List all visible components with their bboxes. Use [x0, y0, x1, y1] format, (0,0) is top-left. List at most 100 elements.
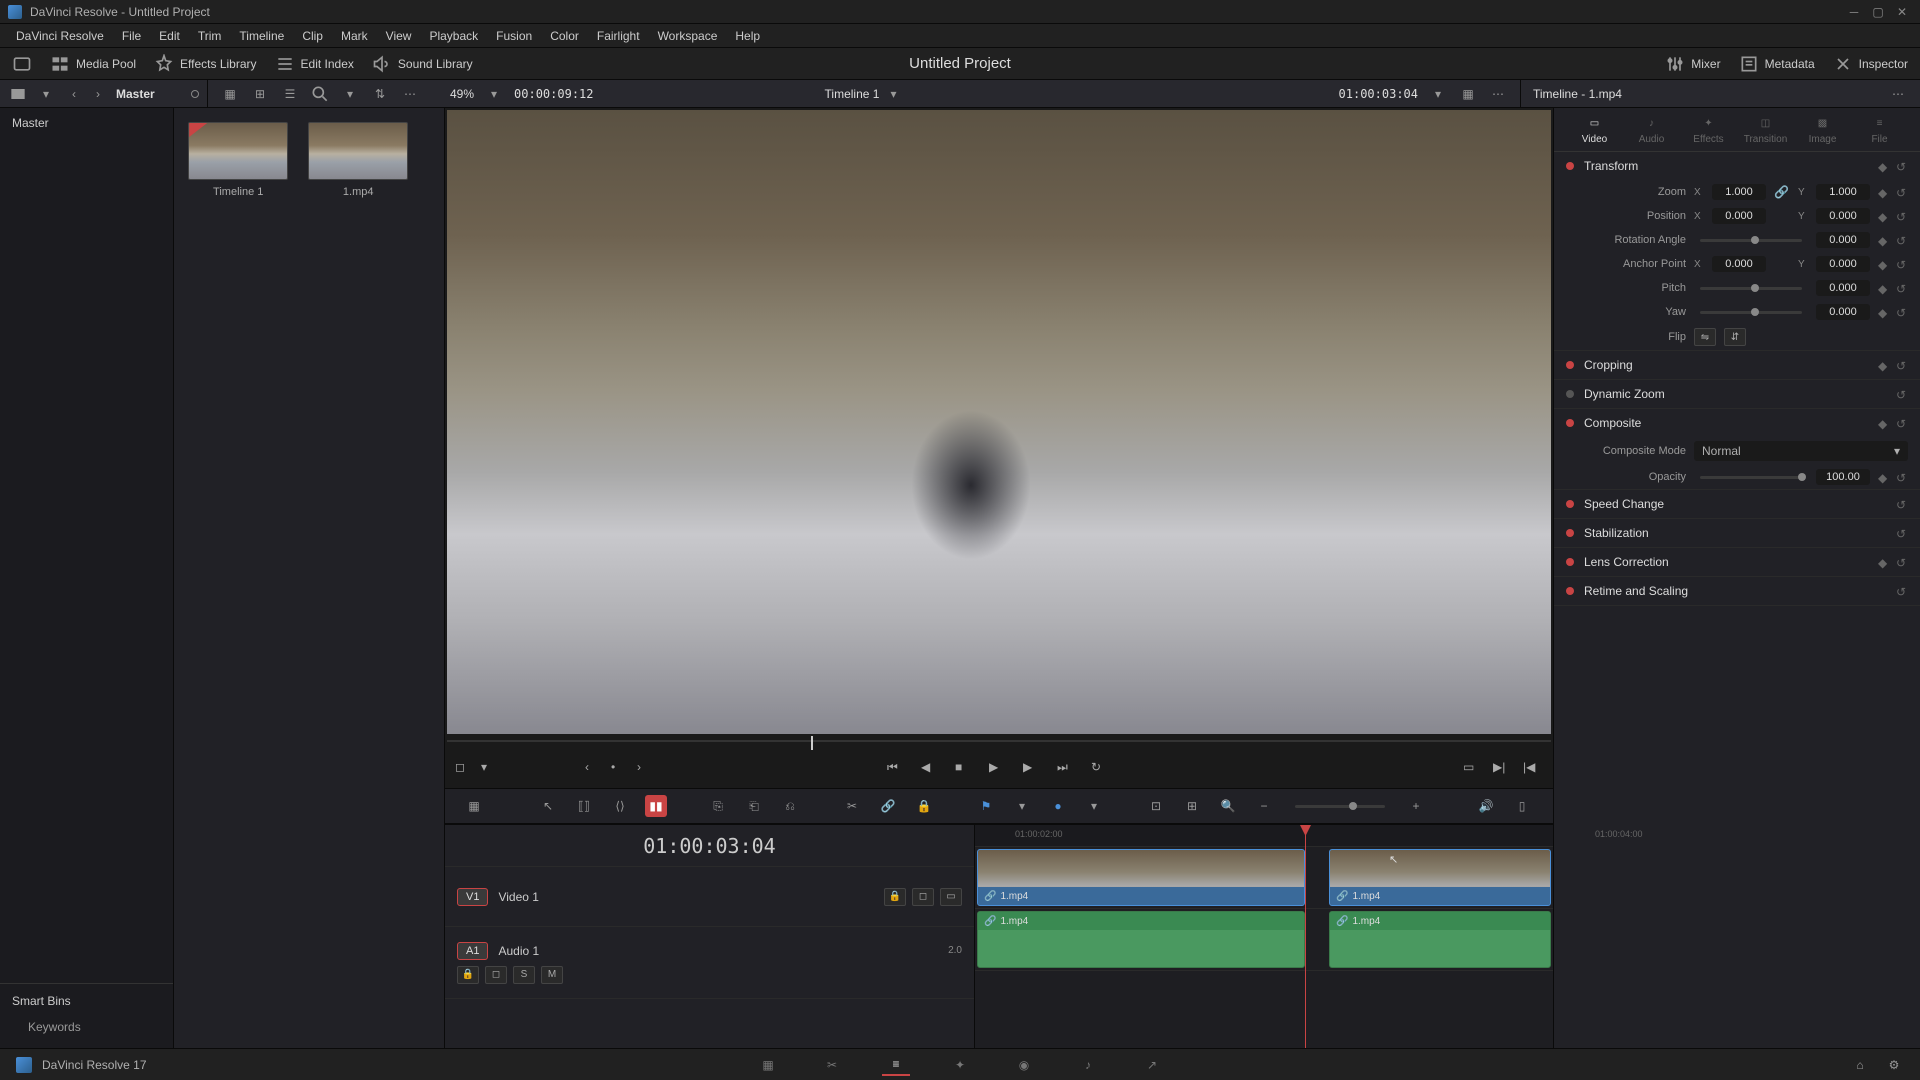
next-marker-icon[interactable]: › [637, 760, 657, 780]
marker-dot-icon[interactable]: • [611, 760, 631, 780]
flip-h-icon[interactable]: ⇋ [1694, 328, 1716, 346]
page-deliver[interactable]: ↗ [1138, 1054, 1166, 1076]
match-frame-icon[interactable]: ▭ [1463, 760, 1483, 780]
menu-view[interactable]: View [378, 27, 420, 45]
visibility-icon[interactable]: ▭ [940, 888, 962, 906]
flip-v-icon[interactable]: ⇵ [1724, 328, 1746, 346]
auto-select-icon[interactable]: ◻ [912, 888, 934, 906]
gear-icon[interactable]: ⚙ [1884, 1055, 1904, 1075]
zoom-x-field[interactable]: 1.000 [1712, 184, 1766, 200]
timeline-playhead[interactable] [1305, 825, 1306, 1048]
page-fairlight[interactable]: ♪ [1074, 1054, 1102, 1076]
flag-icon[interactable]: ⚑ [975, 795, 997, 817]
chevron-down-icon[interactable]: ▾ [36, 84, 56, 104]
sort-icon[interactable]: ⇅ [370, 84, 390, 104]
keyframe-diamond-icon[interactable]: ◆ [1878, 282, 1890, 294]
timeline-view-icon[interactable]: ▦ [463, 795, 485, 817]
reset-icon[interactable]: ↺ [1896, 556, 1908, 568]
reset-icon[interactable]: ↺ [1896, 498, 1908, 510]
lens-header[interactable]: Lens Correction ◆↺ [1554, 548, 1920, 576]
pitch-slider[interactable] [1700, 287, 1802, 290]
effects-library-toggle[interactable]: Effects Library [154, 54, 256, 74]
keyframe-diamond-icon[interactable]: ◆ [1878, 160, 1890, 172]
anchor-x-field[interactable]: 0.000 [1712, 256, 1766, 272]
selection-tool-icon[interactable]: ↖ [537, 795, 559, 817]
tab-image[interactable]: ▩Image [1798, 114, 1848, 145]
reset-icon[interactable]: ↺ [1896, 160, 1908, 172]
more-icon[interactable]: ⋯ [400, 84, 420, 104]
reset-icon[interactable]: ↺ [1896, 471, 1908, 483]
enable-dot-icon[interactable] [1566, 390, 1574, 398]
lock-track-icon[interactable]: 🔒 [457, 966, 479, 984]
prev-marker-icon[interactable]: ‹ [585, 760, 605, 780]
enable-dot-icon[interactable] [1566, 587, 1574, 595]
enable-dot-icon[interactable] [1566, 558, 1574, 566]
tab-transition[interactable]: ◫Transition [1741, 114, 1791, 145]
reset-icon[interactable]: ↺ [1896, 417, 1908, 429]
menu-file[interactable]: File [114, 27, 149, 45]
viewer-options-icon[interactable]: ▦ [1458, 84, 1478, 104]
enable-dot-icon[interactable] [1566, 361, 1574, 369]
audio-track-header[interactable]: A1 Audio 1 2.0 🔒 ◻ S M [445, 927, 974, 999]
zoom-y-field[interactable]: 1.000 [1816, 184, 1870, 200]
page-cut[interactable]: ✂ [818, 1054, 846, 1076]
zoom-custom-icon[interactable]: 🔍 [1217, 795, 1239, 817]
thumb-view-icon[interactable]: ▦ [220, 84, 240, 104]
page-fusion[interactable]: ✦ [946, 1054, 974, 1076]
pos-y-field[interactable]: 0.000 [1816, 208, 1870, 224]
chevron-down-icon[interactable]: ▾ [1011, 795, 1033, 817]
lock-track-icon[interactable]: 🔒 [884, 888, 906, 906]
reset-icon[interactable]: ↺ [1896, 388, 1908, 400]
edit-index-toggle[interactable]: Edit Index [275, 54, 354, 74]
step-back-icon[interactable]: ◀ [921, 760, 941, 780]
step-fwd-one-icon[interactable]: ▶| [1493, 760, 1513, 780]
reset-icon[interactable]: ↺ [1896, 210, 1908, 222]
keyframe-diamond-icon[interactable]: ◆ [1878, 471, 1890, 483]
audio-track-row[interactable]: 🔗1.mp4 🔗1.mp4 [975, 909, 1553, 971]
video-clip[interactable]: 🔗1.mp4 [1329, 849, 1551, 906]
smart-bins-label[interactable]: Smart Bins [12, 994, 161, 1008]
chevron-down-icon[interactable]: ▾ [340, 84, 360, 104]
dim-icon[interactable]: ▯ [1511, 795, 1533, 817]
menu-clip[interactable]: Clip [294, 27, 331, 45]
zoom-full-icon[interactable]: ⊡ [1145, 795, 1167, 817]
speed-header[interactable]: Speed Change ↺ [1554, 490, 1920, 518]
tab-effects[interactable]: ✦Effects [1684, 114, 1734, 145]
auto-select-icon[interactable]: ◻ [485, 966, 507, 984]
close-button[interactable]: ✕ [1892, 4, 1912, 20]
scrub-playhead[interactable] [811, 736, 813, 750]
reset-icon[interactable]: ↺ [1896, 359, 1908, 371]
video-clip[interactable]: 🔗1.mp4 [977, 849, 1305, 906]
trim-tool-icon[interactable]: ⟦⟧ [573, 795, 595, 817]
dynamic-zoom-header[interactable]: Dynamic Zoom ↺ [1554, 380, 1920, 408]
menu-fusion[interactable]: Fusion [488, 27, 540, 45]
video-track-row[interactable]: 🔗1.mp4 🔗1.mp4 [975, 847, 1553, 909]
keyframe-diamond-icon[interactable]: ◆ [1878, 359, 1890, 371]
keyframe-diamond-icon[interactable]: ◆ [1878, 234, 1890, 246]
mute-icon[interactable]: 🔊 [1475, 795, 1497, 817]
zoom-minus-icon[interactable]: − [1253, 795, 1275, 817]
layout-icon[interactable] [12, 54, 32, 74]
reset-icon[interactable]: ↺ [1896, 282, 1908, 294]
chevron-down-icon[interactable]: ▾ [883, 84, 903, 104]
transform-header[interactable]: Transform ◆↺ [1554, 152, 1920, 180]
last-frame-icon[interactable]: ⏭ [1057, 760, 1077, 780]
keywords-item[interactable]: Keywords [12, 1016, 161, 1038]
page-edit[interactable]: ≡ [882, 1054, 910, 1076]
enable-dot-icon[interactable] [1566, 529, 1574, 537]
step-back-one-icon[interactable]: |◀ [1523, 760, 1543, 780]
menu-playback[interactable]: Playback [421, 27, 486, 45]
menu-help[interactable]: Help [727, 27, 768, 45]
thumbnail-clip[interactable]: 1.mp4 [308, 122, 408, 198]
opacity-field[interactable]: 100.00 [1816, 469, 1870, 485]
timeline-tracks-area[interactable]: 01:00:02:00 01:00:04:00 ↖ 🔗1.mp4 🔗1.mp4 … [975, 825, 1553, 1048]
blade-tool-icon[interactable]: ▮▮ [645, 795, 667, 817]
stop-icon[interactable]: ■ [955, 760, 975, 780]
page-color[interactable]: ◉ [1010, 1054, 1038, 1076]
reset-icon[interactable]: ↺ [1896, 258, 1908, 270]
media-pool-toggle[interactable]: Media Pool [50, 54, 136, 74]
chevron-down-icon[interactable]: ▾ [1428, 84, 1448, 104]
video-track-header[interactable]: V1 Video 1 🔒 ◻ ▭ [445, 867, 974, 927]
link-icon[interactable]: 🔗 [877, 795, 899, 817]
search-icon[interactable] [310, 84, 330, 104]
